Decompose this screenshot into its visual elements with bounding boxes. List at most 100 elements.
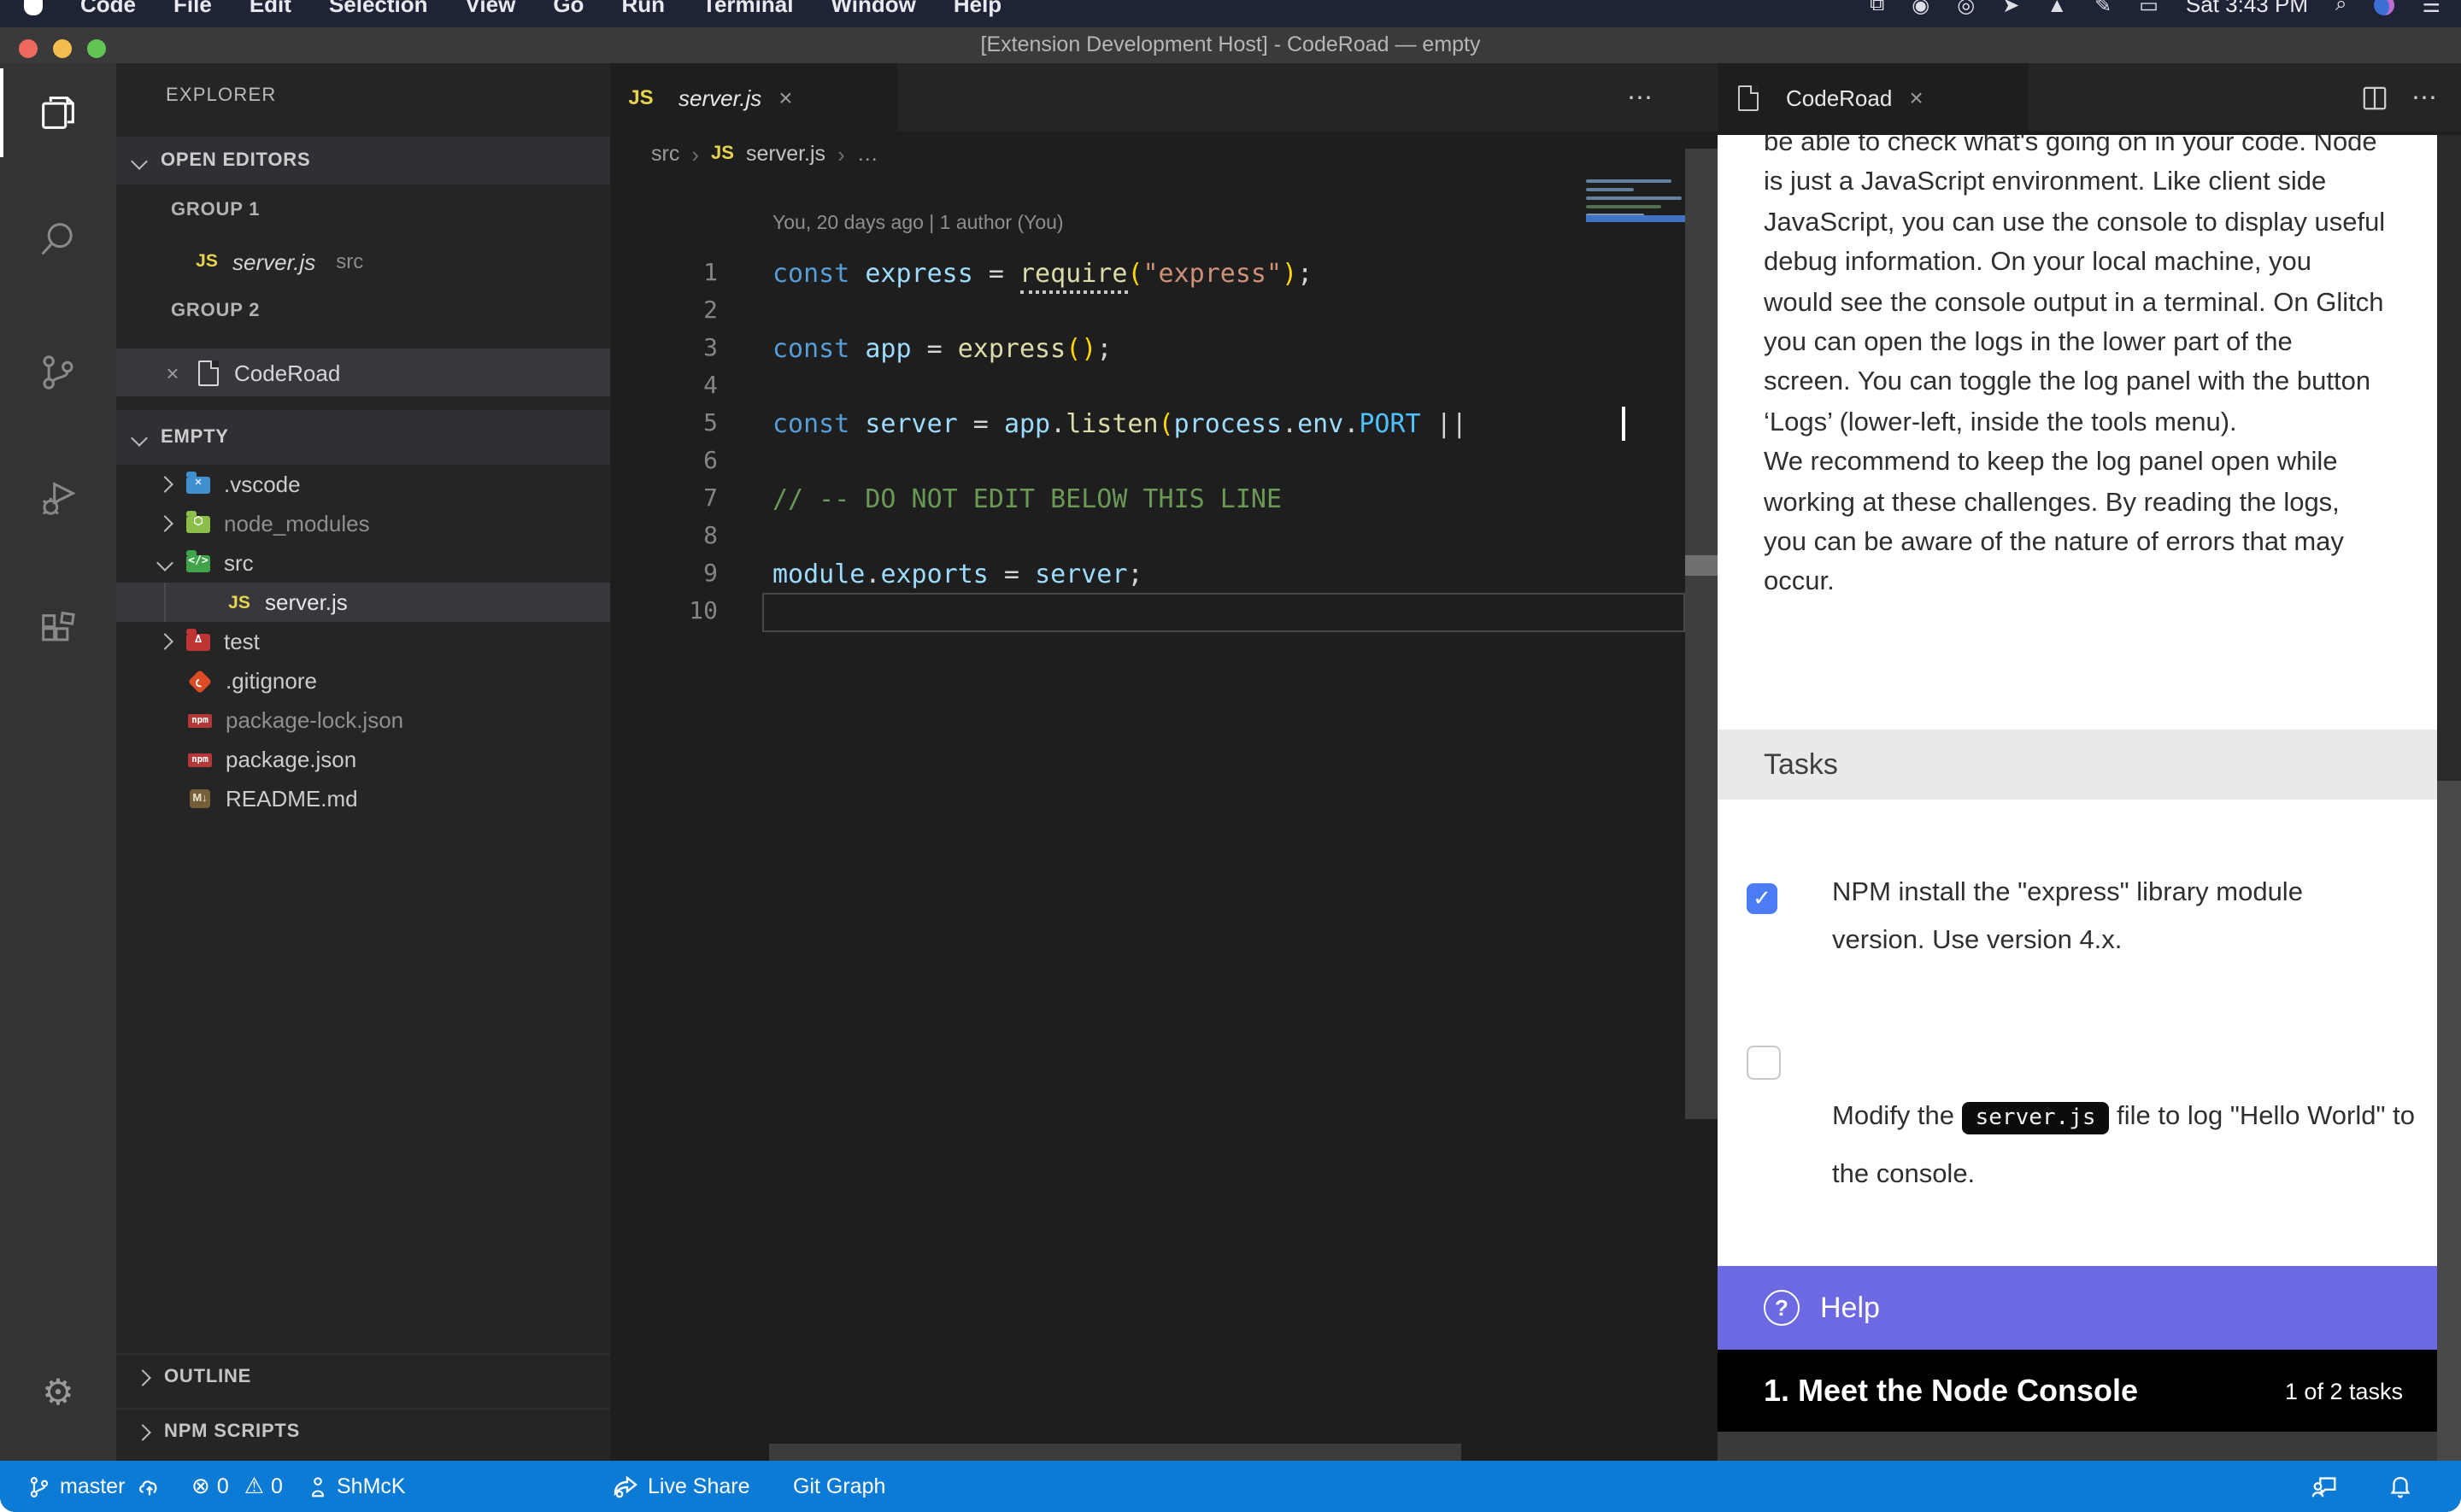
open-editor-coderoad[interactable]: × CodeRoad <box>116 349 610 396</box>
git-branch-status[interactable]: master <box>27 1461 125 1512</box>
run-debug-icon[interactable] <box>0 454 116 543</box>
explorer-icon[interactable] <box>0 68 116 157</box>
breadcrumb-separator: › <box>837 141 845 167</box>
close-tab-icon[interactable]: × <box>1909 84 1923 111</box>
close-tab-icon[interactable]: × <box>778 84 792 111</box>
pen-menu-icon[interactable]: ✎ <box>2094 0 2112 16</box>
breadcrumb-file[interactable]: server.js <box>746 142 825 166</box>
menu-item-go[interactable]: Go <box>553 0 584 17</box>
tree-item--vscode[interactable]: ✕.vscode <box>116 465 610 504</box>
tree-item-server-js[interactable]: JSserver.js <box>116 583 610 622</box>
code-text: const app = express(); <box>772 330 1112 367</box>
code-line-5[interactable]: 5const server = app.listen(process.env.P… <box>610 405 1683 442</box>
notifications-button[interactable] <box>2388 1461 2413 1512</box>
tree-item-node-modules[interactable]: ⬡node_modules <box>116 504 610 543</box>
code-line-1[interactable]: 1const express = require("express"); <box>610 255 1683 292</box>
editor-scrollbar[interactable] <box>1685 149 1719 1119</box>
live-share-button[interactable]: Live Share <box>612 1461 750 1512</box>
code-line-7[interactable]: 7// -- DO NOT EDIT BELOW THIS LINE <box>610 480 1683 518</box>
search-icon[interactable] <box>0 195 116 284</box>
user-name: ShMcK <box>337 1474 406 1498</box>
check-icon: ✓ <box>1753 885 1771 911</box>
menu-item-terminal[interactable]: Terminal <box>702 0 793 17</box>
code-line-3[interactable]: 3 const app = express(); <box>610 330 1683 367</box>
webview-scrollbar-thumb[interactable] <box>2437 135 2461 781</box>
apple-menu-icon[interactable] <box>24 0 43 15</box>
editor-horizontal-scrollbar[interactable] <box>769 1444 1461 1461</box>
vpn-menu-icon[interactable]: ◎ <box>1957 0 1975 16</box>
split-editor-icon[interactable] <box>2362 85 2388 110</box>
spotlight-icon[interactable]: ⌕ <box>2335 0 2346 17</box>
code-line-2[interactable]: 2 <box>610 292 1683 330</box>
code-line-9[interactable]: 9module.exports = server; <box>610 555 1683 593</box>
menu-item-selection[interactable]: Selection <box>329 0 428 17</box>
eject-menu-icon[interactable]: ▲ <box>2047 0 2067 16</box>
live-share-user-status[interactable]: ShMcK <box>308 1461 406 1512</box>
close-editor-icon[interactable]: × <box>161 360 185 385</box>
feedback-button[interactable] <box>2311 1461 2340 1512</box>
task1-checkbox-checked[interactable]: ✓ <box>1747 883 1777 914</box>
codelens-annotation[interactable]: You, 20 days ago | 1 author (You) <box>772 214 1064 234</box>
tab-serverjs[interactable]: JS server.js × <box>610 63 897 132</box>
extensions-icon[interactable] <box>0 586 116 675</box>
outline-section[interactable]: OUTLINE <box>116 1353 610 1399</box>
cursor-menu-icon[interactable]: ➤ <box>2002 0 2019 16</box>
zoom-window-button[interactable] <box>87 39 106 58</box>
activity-bar: ⚙ <box>0 63 116 1461</box>
control-center-icon[interactable]: ☰ <box>2422 0 2440 16</box>
menu-item-code[interactable]: Code <box>80 0 136 17</box>
source-control-icon[interactable] <box>0 328 116 417</box>
shield-menu-icon[interactable]: ◉ <box>1912 0 1929 16</box>
tree-item-package-lock-json[interactable]: npmpackage-lock.json <box>116 700 610 740</box>
close-window-button[interactable] <box>19 39 38 58</box>
coderoad-tabbar: CodeRoad × ⋯ <box>1718 63 2461 132</box>
help-bar[interactable]: ? Help <box>1718 1266 2437 1350</box>
git-graph-button[interactable]: Git Graph <box>793 1461 885 1512</box>
editor-scrollbar-thumb[interactable] <box>1685 555 1719 576</box>
code-line-8[interactable]: 8 <box>610 518 1683 555</box>
menu-item-file[interactable]: File <box>173 0 212 17</box>
open-editor-serverjs[interactable]: JS server.js src <box>116 239 610 284</box>
lesson-text: be able to check what's going on in your… <box>1764 135 2439 603</box>
npm-scripts-section[interactable]: NPM SCRIPTS <box>116 1408 610 1454</box>
tab-coderoad[interactable]: CodeRoad × <box>1718 63 2029 132</box>
battery-menu-icon[interactable]: ▭ <box>2139 0 2159 16</box>
breadcrumb-folder[interactable]: src <box>651 142 679 166</box>
menu-item-edit[interactable]: Edit <box>250 0 291 17</box>
minimap[interactable] <box>1586 179 1685 248</box>
tree-item-src[interactable]: </>src <box>116 543 610 583</box>
menubar-clock[interactable]: Sat 3:43 PM <box>2186 0 2308 17</box>
npm-scripts-label: NPM SCRIPTS <box>164 1421 300 1442</box>
npm-icon: npm <box>186 747 214 771</box>
task2-checkbox-unchecked[interactable] <box>1747 1046 1781 1080</box>
more-actions-icon[interactable]: ⋯ <box>1627 82 1653 113</box>
breadcrumb-symbol[interactable]: … <box>857 142 878 166</box>
more-actions-icon[interactable]: ⋯ <box>2411 82 2437 113</box>
code-editor[interactable]: 1const express = require("express");23 co… <box>610 255 1683 699</box>
menu-item-help[interactable]: Help <box>954 0 1001 17</box>
siri-icon[interactable] <box>2374 0 2394 15</box>
tree-item-test[interactable]: ∆test <box>116 622 610 661</box>
sync-status[interactable] <box>137 1461 162 1512</box>
display-menu-icon[interactable]: ⧉ <box>1870 0 1884 17</box>
tab-label: CodeRoad <box>1786 85 1892 110</box>
warning-icon: ⚠ <box>244 1473 264 1500</box>
code-line-4[interactable]: 4 <box>610 367 1683 405</box>
js-file-icon: JS <box>711 144 734 164</box>
line-number: 3 <box>610 330 718 367</box>
problems-status[interactable]: ⊗ 0 ⚠ 0 <box>191 1461 283 1512</box>
open-editors-header[interactable]: OPEN EDITORS <box>116 137 610 185</box>
text-cursor <box>1622 407 1625 441</box>
menu-item-run[interactable]: Run <box>621 0 665 17</box>
code-line-6[interactable]: 6 <box>610 442 1683 480</box>
tree-item--gitignore[interactable]: .gitignore <box>116 661 610 700</box>
tree-item-package-json[interactable]: npmpackage.json <box>116 740 610 779</box>
folder-section-header[interactable]: EMPTY <box>116 410 610 465</box>
settings-gear-icon[interactable]: ⚙ <box>0 1348 116 1437</box>
minimize-window-button[interactable] <box>53 39 72 58</box>
webview-scrollbar-track[interactable] <box>2437 781 2461 1461</box>
lesson-footer[interactable]: 1. Meet the Node Console 1 of 2 tasks <box>1718 1350 2437 1432</box>
menu-item-view[interactable]: View <box>466 0 516 17</box>
menu-item-window[interactable]: Window <box>831 0 915 17</box>
tree-item-readme-md[interactable]: M↓README.md <box>116 779 610 818</box>
